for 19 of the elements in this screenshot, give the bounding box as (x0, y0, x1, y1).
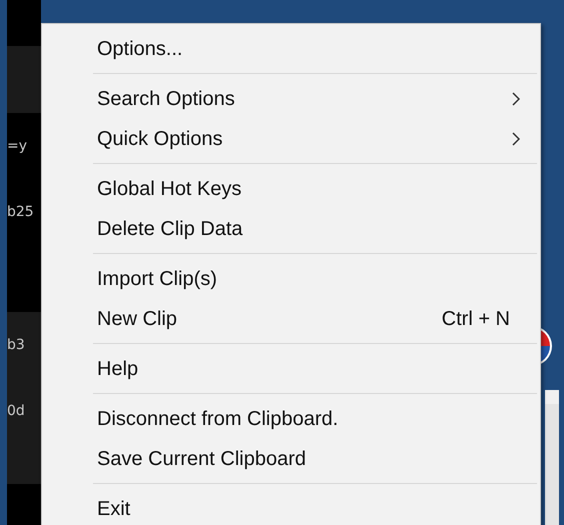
menu-item[interactable]: Quick Options (42, 119, 540, 159)
menu-item[interactable]: Search Options (42, 79, 540, 119)
list-text: b25 (7, 204, 34, 220)
menu-item[interactable]: New Clip Ctrl + N (42, 299, 540, 339)
menu-item[interactable]: Help (42, 349, 540, 389)
list-row[interactable] (7, 46, 41, 113)
menu-item[interactable]: Disconnect from Clipboard. (42, 399, 540, 439)
list-text: b3 (7, 337, 25, 353)
menu-item[interactable]: Save Current Clipboard (42, 439, 540, 479)
menu-item[interactable]: Exit (42, 489, 540, 525)
menu-item[interactable]: Delete Clip Data (42, 209, 540, 249)
list-row[interactable] (7, 444, 41, 484)
menu-item[interactable]: Options... (42, 29, 540, 69)
list-text: =y (7, 138, 28, 154)
menu-item[interactable]: Import Clip(s) (42, 259, 540, 299)
list-row[interactable]: 0d (7, 378, 41, 444)
list-text: 0d (7, 403, 25, 419)
list-row[interactable]: b3 (7, 312, 41, 378)
menu-item[interactable]: Global Hot Keys (42, 169, 540, 209)
